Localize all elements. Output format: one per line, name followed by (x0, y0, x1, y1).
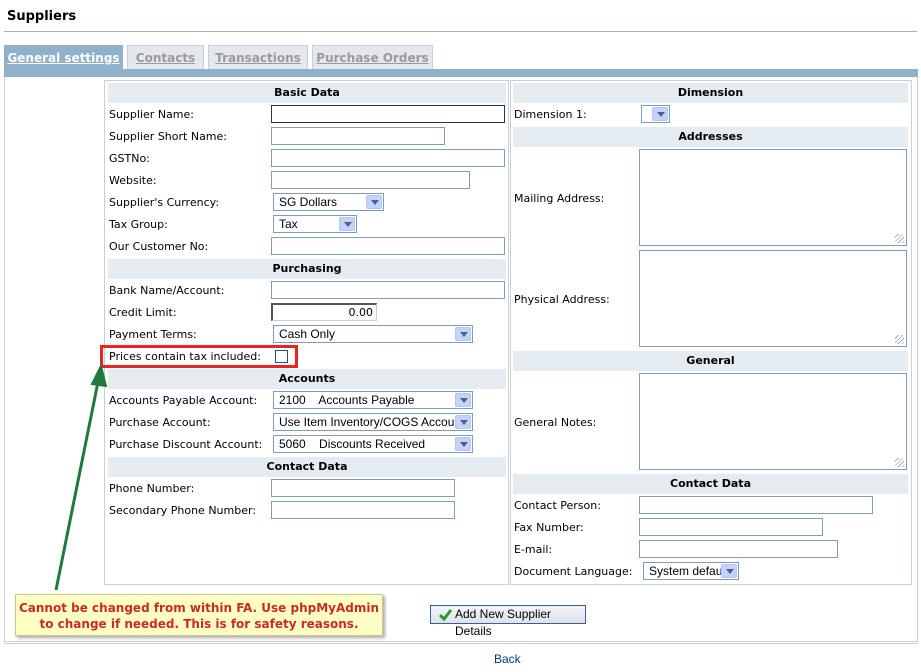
annotation-arrow (54, 363, 108, 591)
bottom-divider (4, 643, 918, 644)
add-supplier-button[interactable]: Add New Supplier Details (430, 605, 586, 638)
back-link[interactable]: Back (494, 652, 521, 666)
check-icon (439, 609, 452, 621)
annotation-note: Cannot be changed from within FA. Use ph… (15, 594, 383, 636)
